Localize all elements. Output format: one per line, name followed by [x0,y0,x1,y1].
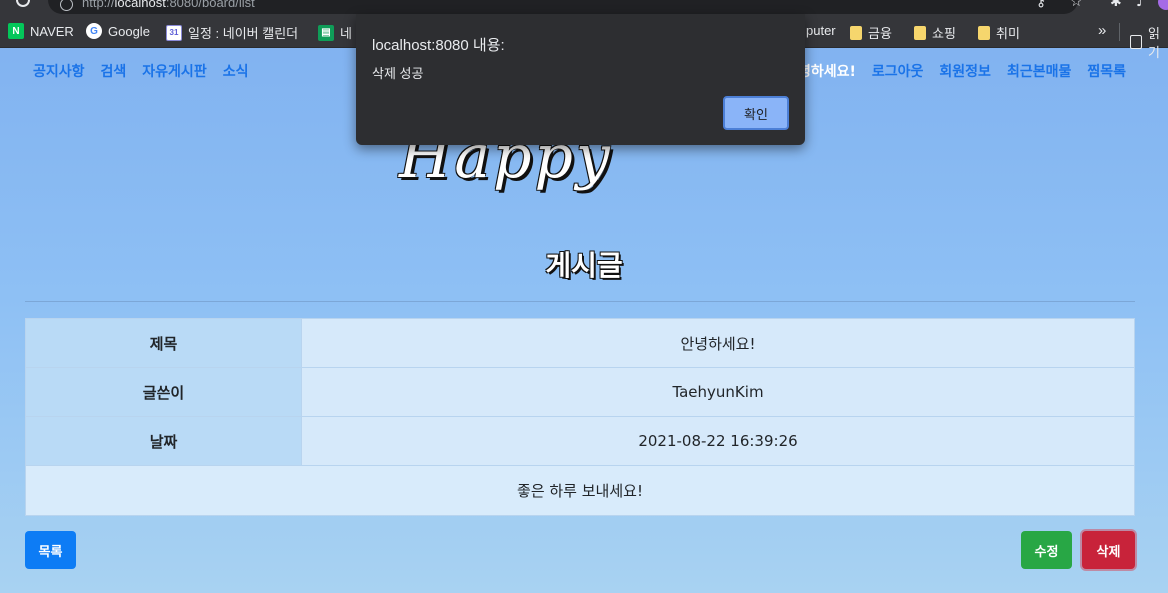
bookmark-naver[interactable]: N NAVER [8,23,74,39]
alert-dialog: localhost:8080 내용: 삭제 성공 확인 [356,14,805,145]
bookmark-finance[interactable]: 금융 [850,23,892,42]
bookmark-label: 일정 : 네이버 캘린더 [188,26,299,41]
profile-avatar[interactable] [1158,0,1168,10]
calendar-icon: 31 [166,24,182,41]
post-content: 좋은 하루 보내세요! [25,465,1135,516]
nav-search[interactable]: 검색 [101,61,127,81]
bookmark-label: 금융 [868,26,892,41]
bookmark-label: 취미 [996,26,1020,41]
post-detail-table: 제목 안녕하세요! 글쓴이 TaehyunKim 날짜 2021-08-22 1… [25,318,1135,516]
bookmark-label: NAVER [30,23,74,39]
delete-button[interactable]: 삭제 [1082,531,1135,569]
media-icon[interactable]: ♪ [1136,0,1145,10]
nav-news[interactable]: 소식 [223,61,249,81]
author-value: TaehyunKim [301,367,1135,417]
extensions-icon[interactable]: ✱ [1110,0,1122,10]
url-prefix: http:// [82,0,115,10]
list-button[interactable]: 목록 [25,531,76,569]
alert-ok-button[interactable]: 확인 [723,96,789,130]
address-bar[interactable]: http://localhost:8080/board/list [48,0,1078,14]
nav-member-info[interactable]: 회원정보 [939,61,991,81]
edit-button[interactable]: 수정 [1021,531,1072,569]
bookmark-google[interactable]: G Google [86,23,150,39]
more-bookmarks-icon[interactable]: » [1098,22,1106,39]
user-nav: 안녕하세요! 로그아웃 회원정보 최근본매물 찜목록 [785,61,1126,81]
info-icon[interactable] [60,0,73,11]
bookmark-hobby[interactable]: 취미 [978,23,1020,42]
title-value: 안녕하세요! [301,318,1135,368]
reading-list-button[interactable]: 읽기 [1130,23,1168,61]
nav-logout[interactable]: 로그아웃 [872,61,924,81]
folder-icon [978,25,990,40]
bookmark-calendar[interactable]: 31 일정 : 네이버 캘린더 [166,23,298,42]
naver-icon: N [8,23,24,39]
bookmark-label: puter [806,23,836,38]
reload-icon[interactable] [16,0,30,7]
nav-free-board[interactable]: 자유게시판 [142,61,206,81]
bookmark-sheet[interactable]: ▤ 네 [318,23,352,42]
title-label: 제목 [25,318,302,368]
google-icon: G [86,23,102,39]
nav-notice[interactable]: 공지사항 [33,61,85,81]
key-icon[interactable]: ⚷ [1036,0,1046,10]
star-icon[interactable]: ☆ [1070,0,1083,10]
bookmark-shopping[interactable]: 쇼핑 [914,23,956,42]
bookmark-label: 쇼핑 [932,26,956,41]
reading-list-icon [1130,35,1143,49]
browser-toolbar: http://localhost:8080/board/list ⚷ ☆ ✱ ♪ [0,0,1168,14]
page-title: 게시글 [545,249,623,282]
nav-recent-listings[interactable]: 최근본매물 [1007,61,1071,81]
main-nav: 공지사항 검색 자유게시판 소식 [33,61,248,81]
reading-list-label: 읽기 [1148,26,1160,60]
table-row: 좋은 하루 보내세요! [25,465,1135,516]
folder-icon [850,25,862,40]
bookmark-label: Google [108,23,150,39]
browser-actions: ⚷ ☆ ✱ ♪ [1018,0,1168,14]
table-row: 날짜 2021-08-22 16:39:26 [25,416,1135,466]
bookmark-computer[interactable]: puter [806,23,836,38]
nav-wishlist[interactable]: 찜목록 [1087,61,1126,81]
alert-message: 삭제 성공 [372,66,424,81]
bookmarks-divider [1119,23,1120,41]
url-host: localhost [114,0,166,10]
bookmark-label: 네 [340,26,352,41]
url-path: :8080/board/list [165,0,255,10]
alert-title: localhost:8080 내용: [372,37,505,54]
table-row: 제목 안녕하세요! [25,318,1135,368]
sheet-icon: ▤ [318,24,334,41]
table-row: 글쓴이 TaehyunKim [25,367,1135,417]
date-label: 날짜 [25,416,302,466]
folder-icon [914,25,926,40]
date-value: 2021-08-22 16:39:26 [301,416,1135,466]
heading-divider [25,301,1135,302]
author-label: 글쓴이 [25,367,302,417]
url-text[interactable]: http://localhost:8080/board/list [82,0,255,10]
